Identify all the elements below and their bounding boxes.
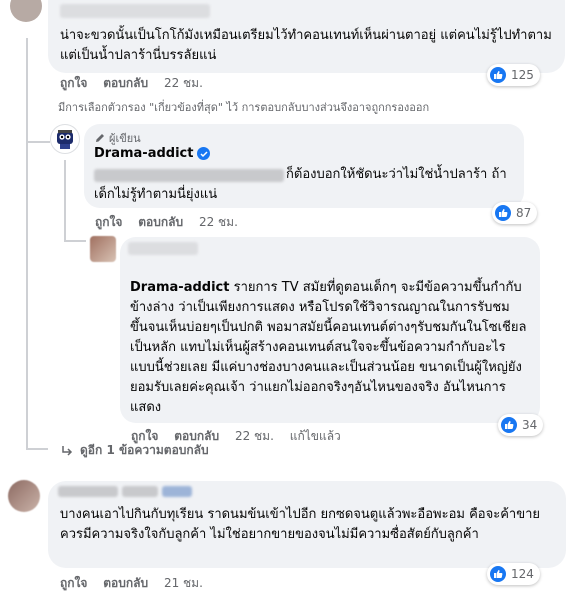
redacted-name bbox=[122, 486, 158, 497]
mascot-icon bbox=[57, 130, 73, 149]
edited-label: แก้ไขแล้ว bbox=[289, 429, 341, 443]
avatar[interactable] bbox=[10, 0, 42, 22]
timestamp[interactable]: 21 ชม. bbox=[164, 576, 203, 590]
like-reaction-icon bbox=[495, 205, 511, 221]
like-reaction-icon bbox=[490, 566, 506, 582]
reaction-count[interactable]: 124 bbox=[487, 563, 540, 585]
thread-line bbox=[26, 141, 50, 143]
mention-link[interactable]: Drama-addict bbox=[130, 280, 229, 295]
reply-button[interactable]: ตอบกลับ bbox=[103, 576, 148, 590]
comment-text: น่าจะขวดนั้นเป็นโกโก้มังเหมือนเตรียมไว้ท… bbox=[60, 28, 552, 63]
redacted-name bbox=[162, 486, 192, 497]
comment-text: บางคนเอาไปกินกับทุเรียน ราดนมข้นเข้าไปอี… bbox=[60, 507, 540, 542]
pencil-icon bbox=[96, 134, 104, 142]
filter-notice: มีการเลือกตัวกรอง "เกี่ยวข้องที่สุด" ไว้… bbox=[58, 101, 430, 114]
author-name[interactable]: Drama-addict bbox=[94, 146, 193, 161]
reply-arrow-icon bbox=[62, 445, 73, 456]
reaction-count[interactable]: 87 bbox=[492, 202, 538, 224]
author-avatar[interactable] bbox=[50, 124, 80, 154]
avatar[interactable] bbox=[90, 236, 116, 262]
like-button[interactable]: ถูกใจ bbox=[95, 215, 122, 229]
timestamp[interactable]: 22 ชม. bbox=[164, 76, 203, 90]
thread-line bbox=[64, 160, 66, 240]
like-reaction-icon bbox=[501, 417, 517, 433]
avatar[interactable] bbox=[8, 480, 40, 512]
reaction-count[interactable]: 34 bbox=[498, 414, 544, 436]
author-reply-text: ก็ต้องบอกให้ชัดนะว่าไม่ใช่น้ำปลาร้า ถ้าเ… bbox=[94, 167, 507, 202]
verified-badge-icon bbox=[197, 147, 211, 160]
redacted-name bbox=[58, 486, 118, 497]
author-reply-actions: ถูกใจ ตอบกลับ 22 ชม. bbox=[95, 213, 238, 232]
thread-line bbox=[26, 38, 28, 448]
comment-actions: ถูกใจ ตอบกลับ 21 ชม. bbox=[60, 574, 203, 593]
view-more-replies[interactable]: ดูอีก 1 ข้อความตอบกลับ bbox=[60, 441, 209, 460]
thread-line bbox=[64, 240, 86, 242]
reply-button[interactable]: ตอบกลับ bbox=[103, 76, 148, 90]
timestamp[interactable]: 22 ชม. bbox=[235, 429, 274, 443]
author-name-row: Drama-addict bbox=[94, 146, 211, 161]
timestamp[interactable]: 22 ชม. bbox=[199, 215, 238, 229]
comment-actions: ถูกใจ ตอบกลับ 22 ชม. bbox=[60, 74, 203, 93]
author-badge: ผู้เขียน bbox=[94, 129, 141, 147]
redacted-name bbox=[128, 242, 198, 255]
like-button[interactable]: ถูกใจ bbox=[60, 576, 87, 590]
thread-line bbox=[26, 448, 48, 450]
like-reaction-icon bbox=[490, 67, 506, 83]
reply-button[interactable]: ตอบกลับ bbox=[138, 215, 183, 229]
reply-text: Drama-addict รายการ TV สมัยที่ดูตอนเด็กๆ… bbox=[130, 280, 527, 415]
reaction-count[interactable]: 125 bbox=[487, 64, 540, 86]
like-button[interactable]: ถูกใจ bbox=[60, 76, 87, 90]
redacted-name bbox=[60, 4, 210, 18]
